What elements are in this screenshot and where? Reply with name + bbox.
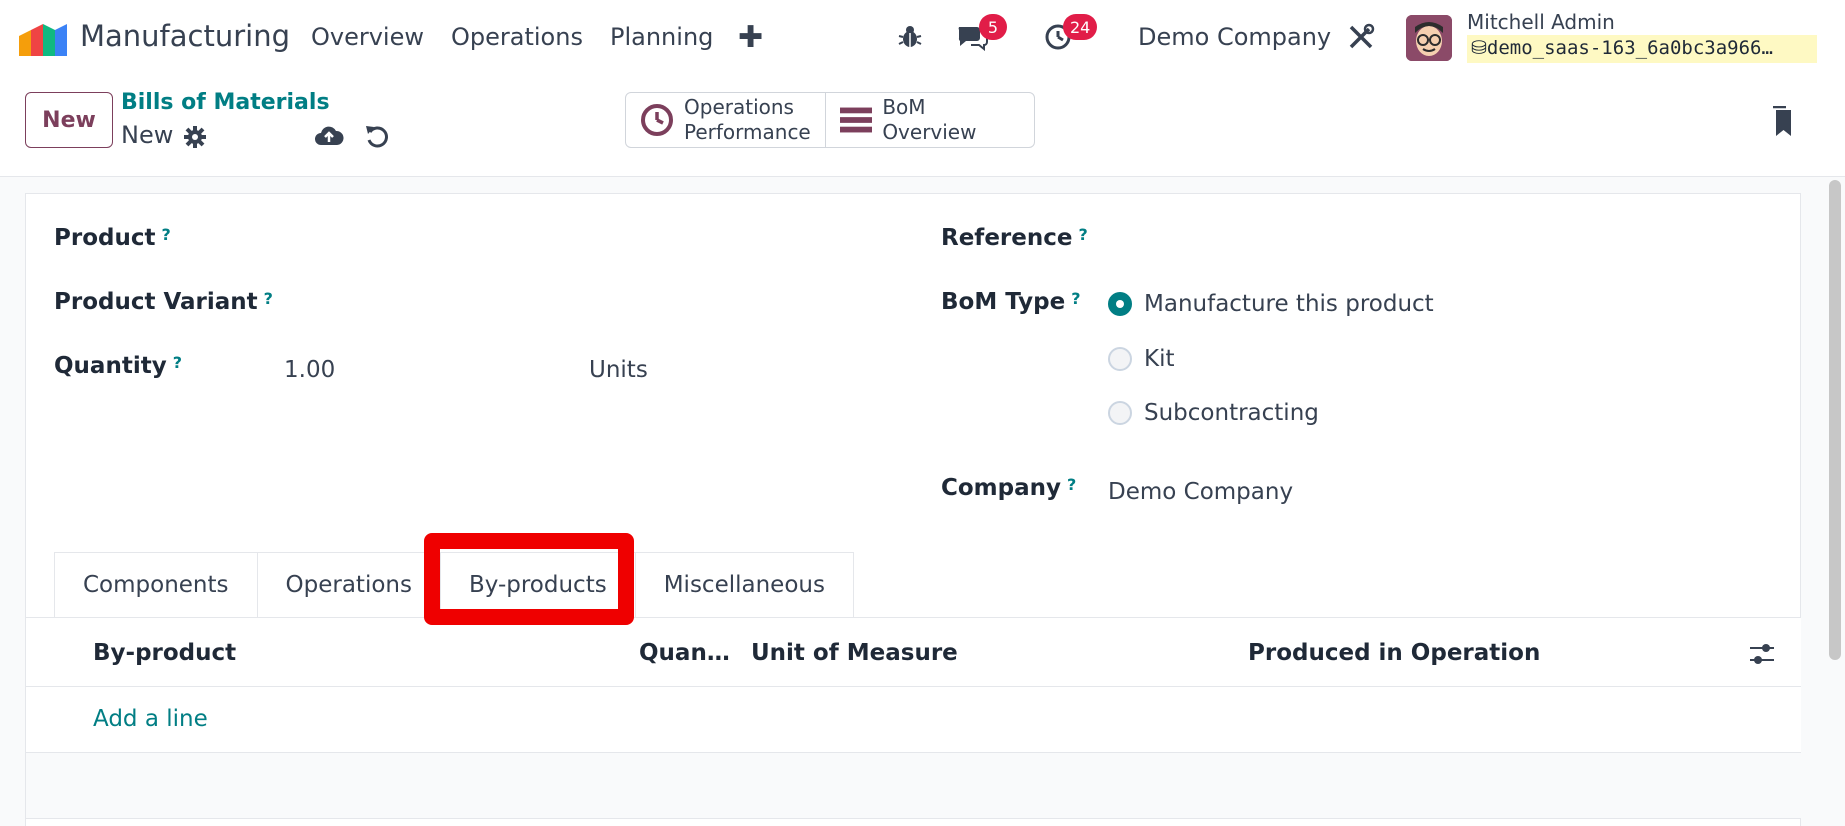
- notebook-tabs: Components Operations By-products Miscel…: [54, 552, 854, 617]
- new-button[interactable]: New: [25, 92, 113, 148]
- menu-planning[interactable]: Planning: [610, 23, 713, 51]
- help-icon[interactable]: ?: [264, 289, 273, 308]
- column-by-product[interactable]: By-product: [93, 640, 236, 666]
- company-switcher[interactable]: Demo Company: [1138, 23, 1331, 51]
- activities-badge: 24: [1063, 14, 1098, 40]
- table-row: Add a line: [26, 687, 1801, 753]
- operations-performance-button[interactable]: Operations Performance: [626, 93, 825, 147]
- top-navbar: Manufacturing Overview Operations Planni…: [0, 0, 1845, 75]
- list-bars-icon: [839, 107, 873, 133]
- avatar[interactable]: [1406, 15, 1452, 61]
- radio-button[interactable]: [1108, 347, 1132, 371]
- smart-buttons: Operations Performance BoM Overview: [625, 92, 1035, 148]
- manufacturing-app-icon[interactable]: [19, 22, 67, 56]
- clock-icon: [641, 104, 673, 136]
- radio-manufacture[interactable]: Manufacture this product: [1108, 291, 1434, 317]
- menu-overview[interactable]: Overview: [311, 23, 424, 51]
- plus-icon[interactable]: ✚: [738, 20, 763, 55]
- help-icon[interactable]: ?: [173, 353, 182, 372]
- database-name: ⛁demo_saas-163_6a0bc3a966…: [1467, 35, 1817, 63]
- gear-icon[interactable]: [182, 124, 208, 150]
- column-quantity[interactable]: Quan…: [639, 640, 730, 666]
- help-icon[interactable]: ?: [1067, 475, 1076, 494]
- column-unit-of-measure[interactable]: Unit of Measure: [751, 640, 958, 666]
- table-header: By-product Quan… Unit of Measure Produce…: [26, 617, 1801, 687]
- app-name[interactable]: Manufacturing: [80, 19, 290, 53]
- menu-operations[interactable]: Operations: [451, 23, 583, 51]
- tab-components[interactable]: Components: [54, 552, 258, 617]
- discard-undo-icon[interactable]: [362, 121, 392, 151]
- help-icon[interactable]: ?: [161, 225, 170, 244]
- radio-button[interactable]: [1108, 401, 1132, 425]
- bom-overview-button[interactable]: BoM Overview: [824, 93, 1034, 147]
- radio-kit[interactable]: Kit: [1108, 346, 1175, 372]
- optional-columns-icon[interactable]: [1748, 640, 1776, 668]
- reference-label: Reference?: [941, 225, 1088, 251]
- messages-badge: 5: [979, 14, 1007, 40]
- quantity-input[interactable]: 1.00: [284, 357, 335, 383]
- tools-icon[interactable]: [1344, 20, 1378, 54]
- uom-input[interactable]: Units: [589, 357, 648, 383]
- record-title: New: [121, 121, 174, 149]
- tab-miscellaneous[interactable]: Miscellaneous: [634, 552, 854, 617]
- tab-operations[interactable]: Operations: [256, 552, 441, 617]
- scrollbar[interactable]: [1829, 180, 1841, 660]
- company-label: Company?: [941, 475, 1077, 501]
- tab-by-products[interactable]: By-products: [439, 552, 636, 617]
- add-a-line-link[interactable]: Add a line: [93, 706, 208, 732]
- control-panel: New Bills of Materials New Operations Pe…: [0, 75, 1845, 177]
- radio-button[interactable]: [1108, 292, 1132, 316]
- column-produced-in-operation[interactable]: Produced in Operation: [1248, 640, 1540, 666]
- database-icon: ⛁: [1471, 37, 1487, 59]
- save-cloud-icon[interactable]: [313, 121, 345, 151]
- table-row: [26, 753, 1801, 819]
- help-icon[interactable]: ?: [1078, 225, 1087, 244]
- bug-icon[interactable]: [893, 20, 927, 54]
- breadcrumb[interactable]: Bills of Materials: [121, 90, 330, 115]
- bom-type-label: BoM Type?: [941, 289, 1081, 315]
- radio-subcontracting[interactable]: Subcontracting: [1108, 400, 1319, 426]
- help-icon[interactable]: ?: [1071, 289, 1080, 308]
- quantity-label: Quantity?: [54, 353, 182, 379]
- bookmark-icon[interactable]: [1769, 105, 1797, 139]
- product-variant-label: Product Variant?: [54, 289, 273, 315]
- user-name[interactable]: Mitchell Admin: [1467, 10, 1615, 34]
- company-input[interactable]: Demo Company: [1108, 479, 1293, 505]
- product-label: Product?: [54, 225, 171, 251]
